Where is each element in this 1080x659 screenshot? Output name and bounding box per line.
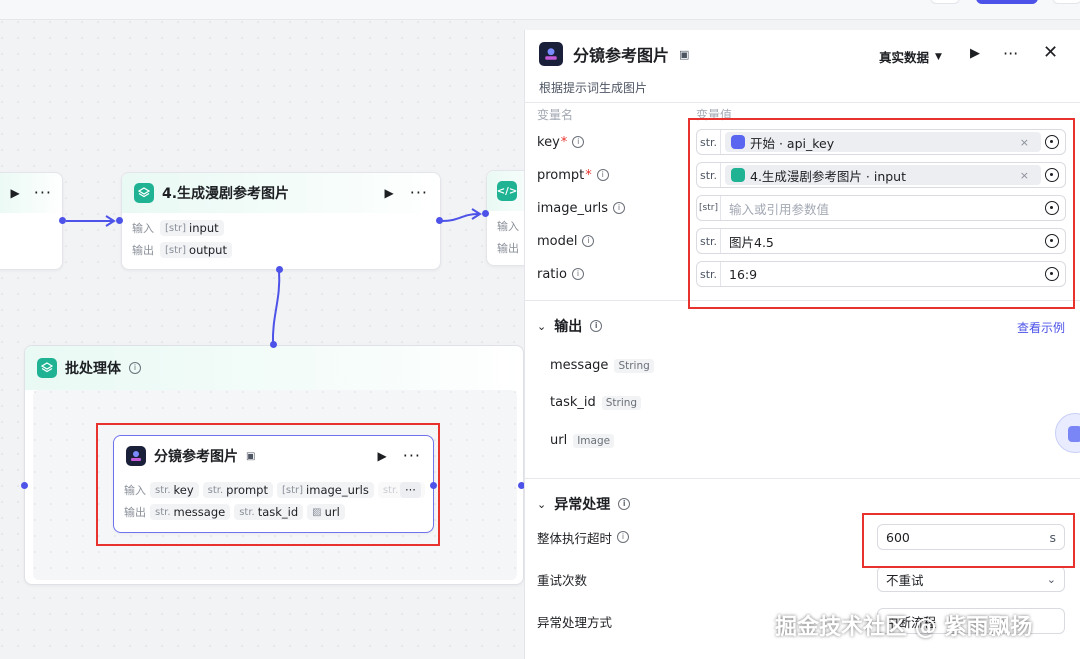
- more-icon[interactable]: ···: [34, 185, 52, 201]
- param-image-urls-label: image_urls i: [537, 195, 625, 221]
- info-icon[interactable]: i: [590, 320, 603, 332]
- highlight-box-params: [688, 118, 1075, 309]
- type-badge: String: [614, 358, 654, 373]
- retry-select[interactable]: 不重试 ⌄: [877, 566, 1065, 592]
- param-name: ratio: [537, 266, 567, 282]
- node-generate-reference[interactable]: 4.生成漫剧参考图片 ▶ ··· 输入 [str] input 输出 [str] o…: [121, 172, 441, 270]
- retry-label: 重试次数: [537, 572, 588, 588]
- save-icon[interactable]: ▣: [679, 48, 689, 61]
- input-label: 输入: [132, 222, 154, 235]
- view-example-link[interactable]: 查看示例: [1017, 319, 1065, 336]
- caret-down-icon: ▼: [935, 51, 942, 62]
- param-name: prompt: [537, 167, 585, 183]
- param-model-label: model i: [537, 228, 595, 254]
- node-output-row: 输出 [str] output: [122, 239, 440, 261]
- output-section-header[interactable]: ⌄ 输出 i: [537, 316, 603, 336]
- more-icon[interactable]: ···: [1003, 44, 1018, 63]
- chip-text: input: [189, 221, 219, 235]
- retry-value: 不重试: [886, 572, 924, 588]
- retry-label-row: 重试次数: [537, 566, 587, 592]
- type-badge: Image: [573, 433, 615, 448]
- run-node-icon[interactable]: ▶: [385, 186, 394, 200]
- param-name: model: [537, 233, 578, 249]
- input-label: 输入: [497, 220, 519, 233]
- info-icon[interactable]: i: [572, 136, 585, 148]
- chip-text: output: [189, 243, 227, 257]
- layers-icon: [134, 183, 154, 203]
- floating-assistant-button[interactable]: [1055, 413, 1080, 453]
- panel-description: 根据提示词生成图片: [539, 81, 648, 95]
- run-node-icon[interactable]: ▶: [970, 46, 980, 61]
- input-port[interactable]: [482, 210, 489, 217]
- panel-title: 分镜参考图片: [573, 46, 670, 65]
- exception-section-header[interactable]: ⌄ 异常处理 i: [537, 494, 631, 514]
- info-icon[interactable]: i: [596, 169, 609, 181]
- section-title: 输出: [554, 319, 583, 335]
- output-name: task_id: [550, 395, 596, 410]
- output-label: 输出: [132, 244, 154, 257]
- output-chip: [str] output: [160, 242, 232, 258]
- required-mark: *: [585, 167, 592, 183]
- section-title: 异常处理: [554, 497, 611, 513]
- input-port[interactable]: [116, 217, 123, 224]
- test-data-label: 真实数据: [879, 50, 930, 65]
- column-header-name: 变量名: [537, 108, 574, 122]
- timeout-label-row: 整体执行超时 i: [537, 524, 630, 550]
- info-icon[interactable]: i: [618, 498, 631, 510]
- app-avatar-icon: [539, 42, 563, 66]
- method-label: 异常处理方式: [537, 614, 613, 630]
- workflow-canvas[interactable]: ▶ ··· 4.生成漫剧参考图片 ▶ ··· 输入 [str] input 输出 …: [0, 0, 1080, 659]
- run-button[interactable]: [976, 0, 1038, 4]
- info-icon[interactable]: i: [129, 362, 141, 374]
- batch-title: 批处理体: [65, 361, 121, 377]
- output-name: message: [550, 358, 609, 373]
- highlight-box-timeout: [862, 513, 1075, 568]
- info-icon[interactable]: i: [612, 202, 625, 214]
- test-data-select[interactable]: 真实数据 ▼: [879, 47, 942, 66]
- output-port[interactable]: [436, 217, 443, 224]
- param-name: image_urls: [537, 200, 608, 216]
- toolbar-button[interactable]: [930, 0, 960, 4]
- info-icon[interactable]: i: [571, 268, 584, 280]
- highlight-box-node: [96, 423, 440, 546]
- toolbar-button-2[interactable]: [1052, 0, 1080, 4]
- output-item: message String: [550, 358, 654, 373]
- batch-top-port[interactable]: [270, 341, 277, 348]
- output-label: 输出: [497, 242, 519, 255]
- info-icon[interactable]: i: [582, 235, 595, 247]
- chevron-down-icon: ⌄: [1046, 572, 1056, 586]
- bottom-port[interactable]: [276, 266, 283, 273]
- layers-icon: [37, 358, 57, 378]
- timeout-label: 整体执行超时: [537, 530, 613, 546]
- info-icon[interactable]: i: [617, 531, 630, 543]
- output-port[interactable]: [59, 217, 66, 224]
- chevron-down-icon[interactable]: ⌄: [537, 498, 546, 511]
- param-ratio-label: ratio i: [537, 261, 584, 287]
- more-icon[interactable]: ···: [410, 185, 428, 201]
- node-left-partial[interactable]: ▶ ···: [0, 172, 63, 270]
- close-icon[interactable]: ✕: [1043, 42, 1058, 63]
- param-key-label: key * i: [537, 129, 585, 155]
- param-prompt-label: prompt * i: [537, 162, 609, 188]
- input-chip: [str] input: [160, 220, 224, 236]
- type-badge: String: [601, 395, 642, 410]
- required-mark: *: [560, 134, 568, 150]
- batch-input-port[interactable]: [21, 482, 28, 489]
- param-name: key: [537, 134, 560, 150]
- node-title: 4.生成漫剧参考图片: [162, 186, 290, 202]
- output-name: url: [550, 433, 568, 448]
- panel-header: 分镜参考图片 ▣: [539, 42, 689, 66]
- chevron-down-icon[interactable]: ⌄: [537, 320, 546, 333]
- node-input-row: 输入 [str] input: [122, 217, 440, 239]
- run-node-icon[interactable]: ▶: [11, 186, 20, 200]
- output-item: url Image: [550, 433, 615, 448]
- method-label-row: 异常处理方式: [537, 608, 612, 634]
- output-item: task_id String: [550, 395, 642, 410]
- watermark-text: 掘金技术社区 @ 紫雨飘扬: [775, 615, 1033, 640]
- code-icon: </>: [497, 181, 517, 201]
